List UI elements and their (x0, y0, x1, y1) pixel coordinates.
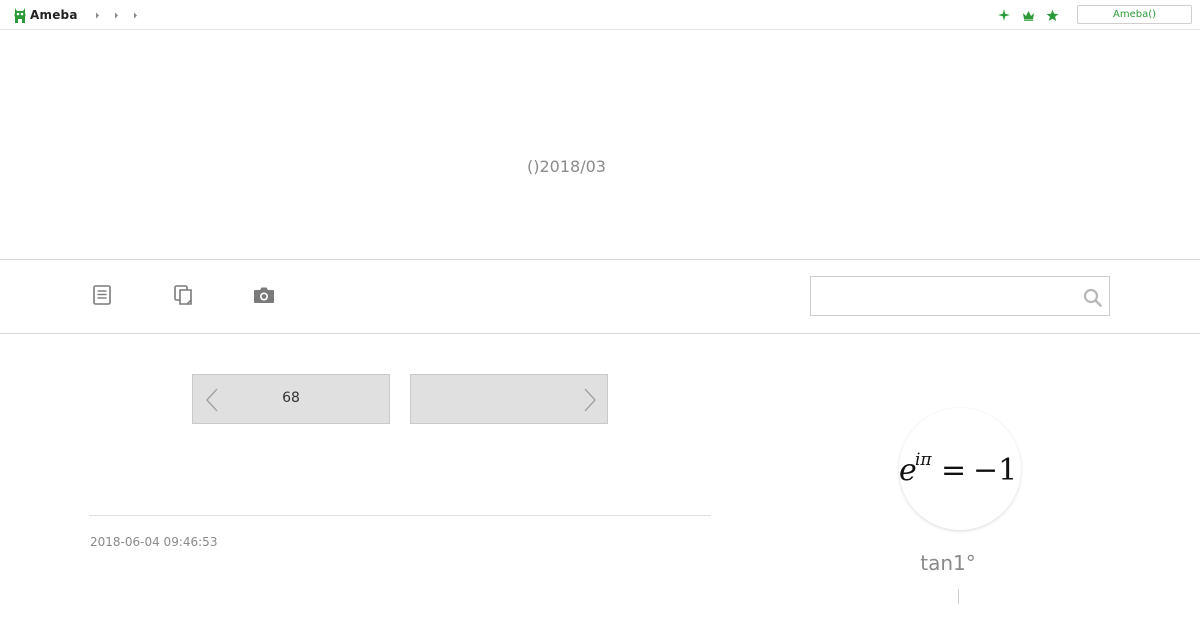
next-entry-button[interactable] (410, 374, 608, 424)
profile-avatar[interactable]: e iπ = −1 (899, 408, 1021, 530)
camera-icon[interactable] (251, 284, 277, 306)
archive-icon[interactable] (170, 284, 196, 306)
breadcrumb-arrow-icon[interactable] (126, 9, 145, 21)
blog-header: ()2018/03 (0, 30, 1200, 260)
profile-separator (958, 589, 959, 604)
profile-name[interactable]: tan1° (888, 551, 1008, 575)
breadcrumb-arrow-icon[interactable] (88, 9, 107, 21)
header-icon-group (996, 7, 1060, 23)
entry-date: 2018-06-04 09:46:53 (90, 535, 218, 549)
ameba-login-button[interactable]: Ameba() (1077, 5, 1192, 24)
avatar-formula-image: e iπ = −1 (899, 450, 1017, 488)
global-header: Ameba Ameba() (0, 0, 1200, 30)
prev-entry-label: 68 (282, 390, 300, 406)
sparkle-icon[interactable] (996, 7, 1012, 23)
ameba-logo[interactable]: Ameba (13, 5, 78, 25)
svg-text:iπ: iπ (915, 450, 932, 470)
ameba-mascot-icon (13, 6, 27, 24)
breadcrumb-arrow-icon[interactable] (107, 9, 126, 21)
blog-title[interactable]: ()2018/03 (0, 157, 1133, 176)
entry-divider (89, 515, 711, 516)
search-icon[interactable] (1081, 286, 1103, 308)
ameba-logo-text: Ameba (30, 8, 78, 22)
crown-icon[interactable] (1020, 7, 1036, 23)
chevron-right-icon (584, 388, 596, 412)
entry-list-icon[interactable] (89, 284, 115, 306)
blog-search-box (810, 276, 1110, 316)
svg-text:−1: −1 (973, 453, 1017, 488)
star-icon[interactable] (1044, 7, 1060, 23)
prev-entry-button[interactable]: 68 (192, 374, 390, 424)
blog-nav (0, 260, 1200, 334)
svg-text:=: = (941, 453, 966, 488)
breadcrumb (88, 9, 145, 21)
blog-search-input[interactable] (812, 278, 1072, 314)
